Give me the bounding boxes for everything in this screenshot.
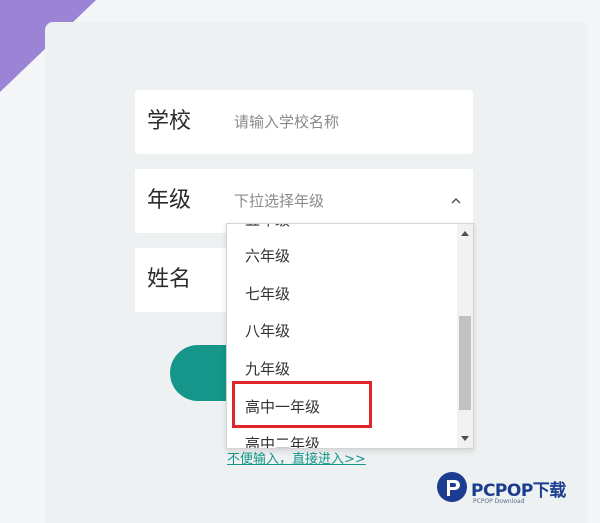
dropdown-scrollbar[interactable] [457,224,473,448]
name-label: 姓名 [147,267,192,292]
scroll-down-icon[interactable] [461,436,469,441]
grade-option[interactable]: 五年级 [245,224,290,239]
school-field[interactable]: 学校 [135,90,473,154]
school-input[interactable] [234,106,454,138]
chevron-up-icon[interactable] [451,196,461,206]
grade-option[interactable]: 高中二年级 [245,426,320,448]
grade-label: 年级 [147,188,192,213]
skip-link[interactable]: 不便输入，直接进入>> [227,448,366,467]
grade-dropdown[interactable]: 五年级 六年级 七年级 八年级 九年级 高中一年级 高中二年级 [226,223,474,449]
highlight-box [232,381,372,428]
watermark: PCPOP下载 PCPOP Download [435,466,595,518]
school-label: 学校 [147,109,192,134]
grade-option[interactable]: 七年级 [245,276,290,313]
grade-option[interactable]: 八年级 [245,313,290,350]
grade-option[interactable]: 六年级 [245,238,290,275]
scroll-up-icon[interactable] [461,231,469,236]
pcpop-logo-icon [437,472,467,508]
watermark-subtitle: PCPOP Download [473,498,525,505]
scroll-thumb[interactable] [459,316,471,410]
